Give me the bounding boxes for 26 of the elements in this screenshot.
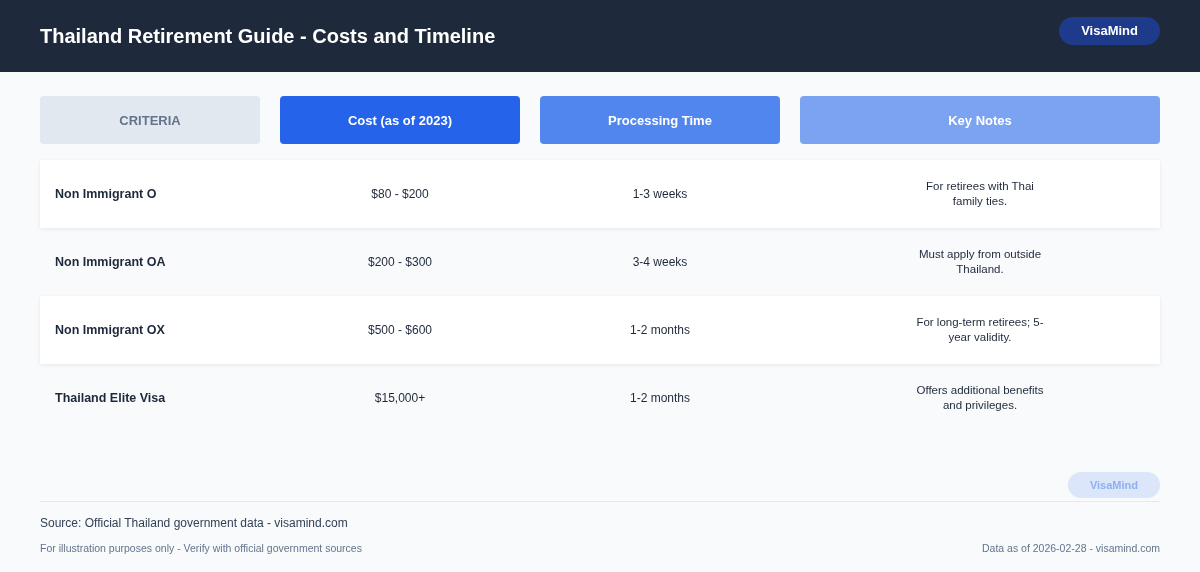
time-cell: 1-2 months bbox=[630, 391, 690, 405]
cost-cell: $500 - $600 bbox=[367, 323, 433, 337]
visa-name: Thailand Elite Visa bbox=[54, 391, 167, 405]
notes-cell-text: For long-term retirees; 5-year validity. bbox=[915, 315, 1045, 345]
column-header: Processing Time bbox=[540, 96, 780, 144]
notes-cell-text: Must apply from outside Thailand. bbox=[917, 247, 1043, 277]
column-header: CRITERIA bbox=[40, 96, 260, 144]
cost-cell: $80 - $200 bbox=[371, 187, 429, 201]
visa-name: Non Immigrant O bbox=[54, 187, 158, 201]
visa-name: Non Immigrant OX bbox=[54, 323, 166, 337]
notes-cell-text: Offers additional benefits and privileges. bbox=[915, 383, 1045, 413]
time-cell: 3-4 weeks bbox=[632, 255, 688, 269]
notes-cell-text: For retirees with Thai family ties. bbox=[925, 179, 1035, 209]
date-text: Data as of 2026-02-28 - visamind.com bbox=[982, 542, 1160, 554]
brand-badge: VisaMind bbox=[1067, 472, 1160, 498]
cost-cell: $15,000+ bbox=[374, 391, 426, 405]
time-cell: 1-3 weeks bbox=[632, 187, 688, 201]
column-header: Cost (as of 2023) bbox=[280, 96, 520, 144]
cost-cell: $200 - $300 bbox=[367, 255, 433, 269]
page-title: Thailand Retirement Guide - Costs and Timeline bbox=[40, 24, 496, 48]
brand-badge: VisaMind bbox=[1059, 17, 1160, 45]
disclaimer-text: For illustration purposes only - Verify with official government sources bbox=[40, 542, 362, 554]
time-cell: 1-2 months bbox=[630, 323, 690, 337]
column-header: Key Notes bbox=[800, 96, 1160, 144]
visa-name: Non Immigrant OA bbox=[54, 255, 167, 269]
source-text: Source: Official Thailand government data - visamind.com bbox=[40, 516, 349, 530]
